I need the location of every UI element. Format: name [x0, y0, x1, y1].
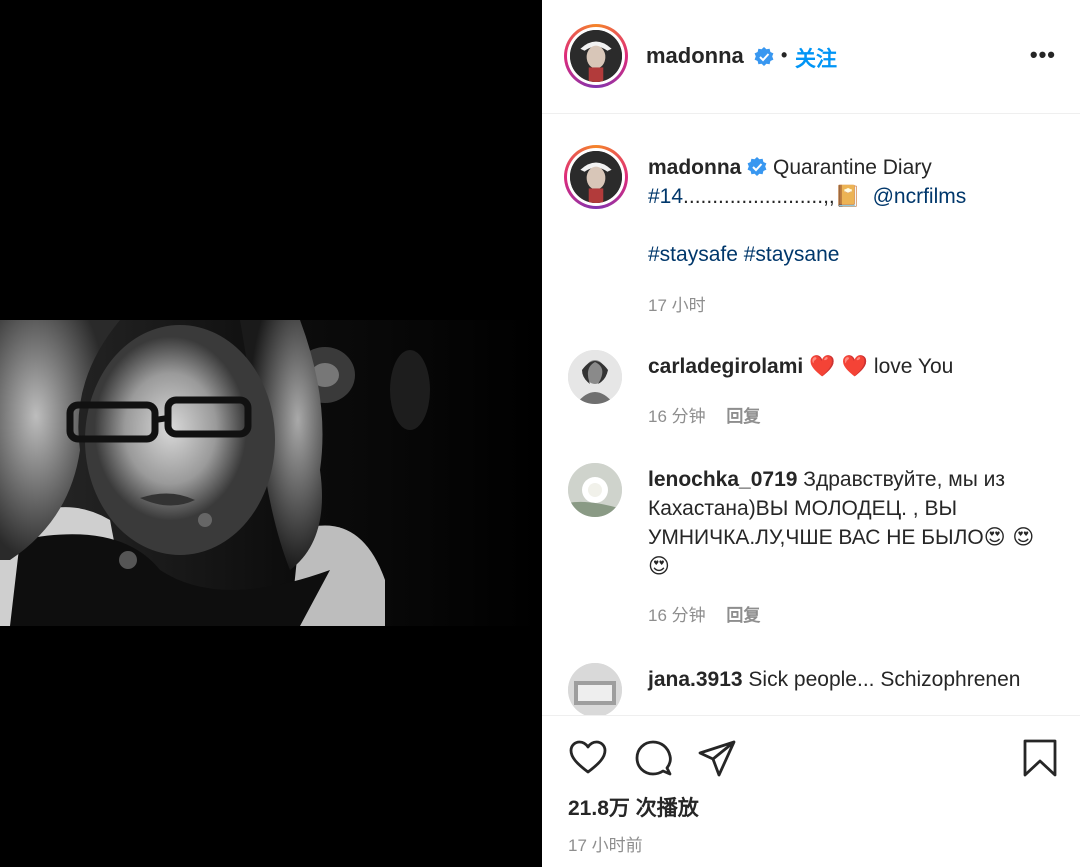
- comment-timestamp: 16 分钟: [648, 407, 706, 426]
- comment-username[interactable]: lenochka_0719: [648, 468, 797, 491]
- post-image: [0, 320, 542, 626]
- header-username[interactable]: madonna: [646, 43, 744, 69]
- comment-body: Sick people... Schizophrenen: [748, 668, 1021, 691]
- caption-username[interactable]: madonna: [648, 156, 741, 179]
- post-video-frame[interactable]: [0, 320, 542, 626]
- caption-author-avatar[interactable]: [564, 145, 628, 209]
- heart-emoji: ❤️ ❤️: [809, 354, 869, 378]
- caption-dots: ........................,,: [683, 185, 835, 208]
- paper-plane-icon[interactable]: [697, 738, 737, 778]
- verified-badge-icon: [747, 157, 767, 176]
- avatar-image: [570, 151, 622, 203]
- post-header: madonna • 关注 •••: [542, 0, 1080, 114]
- verified-badge-icon: [754, 47, 774, 66]
- post-media[interactable]: [0, 0, 542, 867]
- comments-scroll-area[interactable]: madonna Quarantine Diary #14............…: [542, 115, 1080, 715]
- hashtag-link[interactable]: #staysafe: [648, 243, 738, 266]
- caption-text: madonna Quarantine Diary #14............…: [648, 153, 1058, 269]
- follow-button[interactable]: 关注: [795, 43, 837, 73]
- comment-text: jana.3913 Sick people... Schizophrenen: [648, 665, 1058, 694]
- reply-button[interactable]: 回复: [726, 407, 760, 426]
- comment-username[interactable]: jana.3913: [648, 668, 743, 691]
- reply-button[interactable]: 回复: [726, 606, 760, 625]
- comment-meta: 16 分钟 回复: [648, 402, 776, 427]
- hashtag-link[interactable]: #staysane: [744, 243, 840, 266]
- caption-body: Quarantine Diary: [773, 156, 932, 179]
- mention-link[interactable]: @ncrfilms: [873, 185, 967, 208]
- post-timestamp: 17 小时前: [568, 836, 643, 855]
- hashtag-link[interactable]: #14: [648, 185, 683, 208]
- view-count: 21.8万 次播放: [568, 797, 699, 820]
- more-options-icon[interactable]: •••: [1030, 42, 1056, 68]
- separator-dot: •: [781, 45, 788, 65]
- comment-bubble-icon[interactable]: [633, 738, 673, 778]
- comment-username[interactable]: carladegirolami: [648, 355, 803, 378]
- commenter-avatar[interactable]: [568, 350, 622, 404]
- avatar-image: [570, 30, 622, 82]
- avatar-image: [568, 463, 622, 517]
- author-avatar[interactable]: [564, 24, 628, 88]
- comment-body: love You: [873, 355, 954, 378]
- book-emoji: 📔: [834, 184, 861, 208]
- heart-icon[interactable]: [568, 738, 608, 778]
- comment-timestamp: 16 分钟: [648, 606, 706, 625]
- comment-text: lenochka_0719 Здравствуйте, мы из Кахаст…: [648, 465, 1058, 581]
- commenter-avatar[interactable]: [568, 663, 622, 715]
- avatar-image: [568, 350, 622, 404]
- bookmark-icon[interactable]: [1020, 738, 1060, 778]
- post-actions: 21.8万 次播放 17 小时前: [542, 715, 1080, 867]
- caption-timestamp: 17 小时: [648, 296, 706, 315]
- commenter-avatar[interactable]: [568, 463, 622, 517]
- comment-text: carladegirolami ❤️ ❤️ love You: [648, 352, 1058, 381]
- comment-meta: 16 分钟 回复: [648, 601, 776, 626]
- avatar-image: [568, 663, 622, 715]
- post-panel: madonna • 关注 ••• madonna Quarantine Diar…: [542, 0, 1080, 867]
